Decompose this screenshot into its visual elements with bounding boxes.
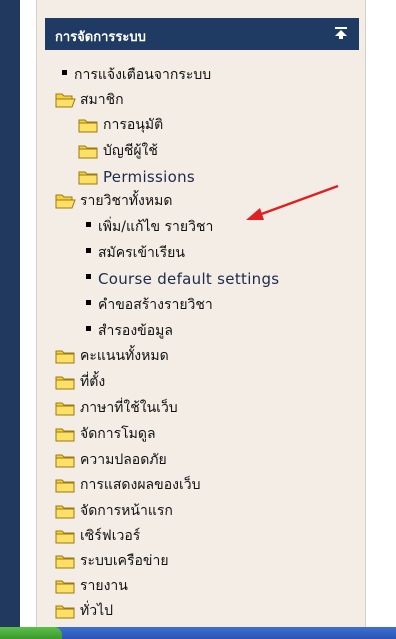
left-sidebar-strip	[0, 0, 20, 627]
block-header: การจัดการระบบ	[45, 18, 359, 50]
tree-folder-approval[interactable]: การอนุมัติ	[78, 114, 163, 136]
folder-icon	[78, 117, 99, 133]
folder-icon	[55, 452, 76, 468]
tree-folder-grades[interactable]: คะแนนทั้งหมด	[55, 345, 169, 367]
folder-icon	[55, 503, 76, 519]
bullet-icon	[86, 299, 91, 305]
tree-folder-reports[interactable]: รายงาน	[55, 575, 128, 597]
folder-icon	[55, 348, 76, 364]
folder-open-icon	[55, 193, 76, 209]
tree-folder-language[interactable]: ภาษาที่ใช้ในเว็บ	[55, 397, 178, 419]
bullet-icon	[86, 325, 91, 331]
block-title: การจัดการระบบ	[55, 30, 146, 45]
tree-folder-general[interactable]: ทั่วไป	[55, 600, 113, 622]
bullet-icon	[62, 69, 67, 75]
tree-folder-permissions[interactable]: Permissions	[78, 166, 195, 188]
tree-item-course-requests[interactable]: คำขอสร้างรายวิชา	[86, 294, 213, 316]
tree-folder-accounts[interactable]: บัญชีผู้ใช้	[78, 140, 158, 162]
folder-icon	[55, 578, 76, 594]
tree-folder-security[interactable]: ความปลอดภัย	[55, 449, 167, 471]
annotation-arrow-icon	[246, 184, 339, 220]
folder-icon	[55, 400, 76, 416]
folder-icon	[55, 528, 76, 544]
tree-item-backups[interactable]: สำรองข้อมูล	[86, 320, 173, 342]
start-button[interactable]	[0, 627, 62, 639]
tree-folder-location[interactable]: ที่ตั้ง	[55, 371, 105, 393]
bullet-icon	[86, 247, 91, 253]
tree-item-enrolments[interactable]: สมัครเข้าเรียน	[86, 242, 185, 264]
folder-icon	[78, 169, 99, 185]
tree-folder-server[interactable]: เซิร์ฟเวอร์	[55, 525, 140, 547]
bullet-icon	[86, 273, 91, 279]
folder-icon	[55, 553, 76, 569]
tree-folder-modules[interactable]: จัดการโมดูล	[55, 423, 156, 445]
folder-icon	[78, 143, 99, 159]
tree-folder-users[interactable]: สมาชิก	[55, 89, 124, 111]
tree-folder-appearance[interactable]: การแสดงผลของเว็บ	[55, 474, 200, 496]
tree-folder-frontpage[interactable]: จัดการหน้าแรก	[55, 500, 173, 522]
tree-item-add-edit-courses[interactable]: เพิ่ม/แก้ไข รายวิชา	[86, 216, 213, 238]
collapse-up-icon[interactable]	[333, 24, 349, 42]
folder-icon	[55, 603, 76, 619]
folder-open-icon	[55, 92, 76, 108]
tree-item-notifications[interactable]: การแจ้งเตือนจากระบบ	[62, 64, 211, 86]
bullet-icon	[86, 221, 91, 227]
tree-folder-courses[interactable]: รายวิชาทั้งหมด	[55, 190, 172, 212]
folder-icon	[55, 426, 76, 442]
folder-icon	[55, 374, 76, 390]
tree-item-course-default-settings[interactable]: Course default settings	[86, 268, 279, 290]
folder-icon	[55, 477, 76, 493]
tree-folder-networking[interactable]: ระบบเครือข่าย	[55, 550, 169, 572]
